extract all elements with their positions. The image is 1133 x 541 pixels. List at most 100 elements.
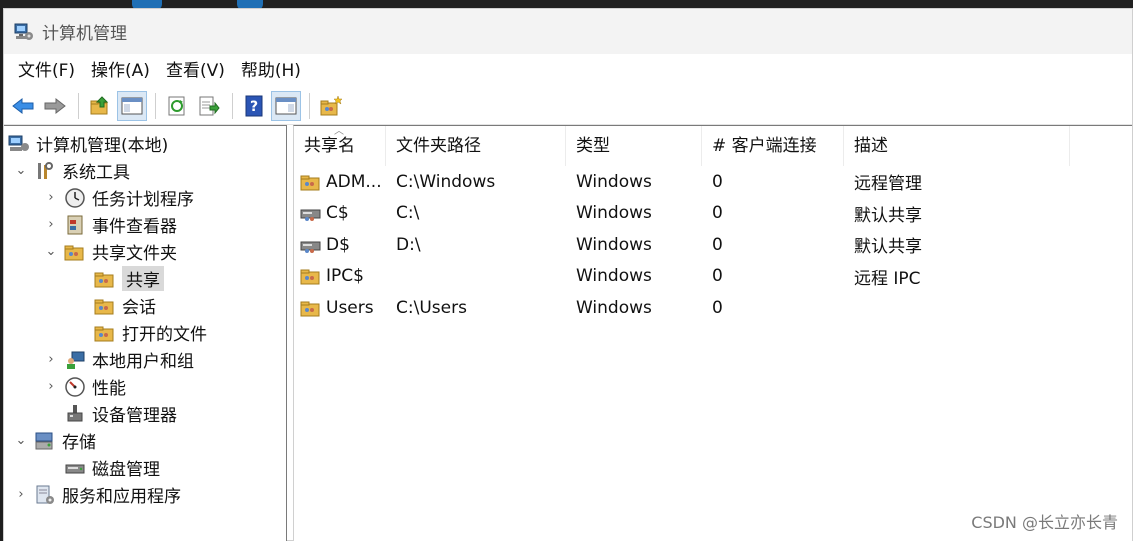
share-name: Users <box>326 297 374 318</box>
computer-management-icon <box>8 133 30 155</box>
tree-item-disk-management[interactable]: 磁盘管理 <box>4 454 286 481</box>
help-icon: ? <box>245 95 263 116</box>
tree-item-storage[interactable]: ⌄ 存储 <box>4 427 286 454</box>
tree-item-shared-folders[interactable]: ⌄ 共享文件夹 <box>4 238 286 265</box>
computer-management-window: 计算机管理 文件(F) 操作(A) 查看(V) 帮助(H) ? 计算机管理(本地… <box>3 8 1133 541</box>
shared-folder-icon <box>300 266 322 286</box>
tree-item-device-manager[interactable]: 设备管理器 <box>4 400 286 427</box>
table-row[interactable]: IPC$ Windows 0 远程 IPC <box>294 261 1132 293</box>
share-name-cell: IPC$ <box>294 266 386 286</box>
clients-cell: 0 <box>712 171 723 192</box>
type-cell: Windows <box>576 171 652 192</box>
menu-help[interactable]: 帮助(H) <box>233 57 309 85</box>
new-share-button[interactable] <box>316 91 346 121</box>
show-hide-action-pane-button[interactable] <box>271 90 301 121</box>
show-hide-tree-icon <box>121 97 143 114</box>
tree-item-sessions[interactable]: 会话 <box>4 292 286 319</box>
sort-ascending-icon: ︿ <box>334 126 344 137</box>
storage-icon <box>34 430 56 452</box>
tree-item-services-applications[interactable]: › 服务和应用程序 <box>4 481 286 508</box>
chevron-right-icon[interactable]: › <box>44 190 58 205</box>
clock-icon <box>64 187 86 209</box>
computer-management-icon <box>14 23 33 40</box>
disk-icon <box>64 457 86 479</box>
table-row[interactable]: D$ D:\ Windows 0 默认共享 <box>294 229 1132 261</box>
menu-view[interactable]: 查看(V) <box>158 57 233 85</box>
menu-action[interactable]: 操作(A) <box>83 57 158 85</box>
shared-folder-icon <box>64 241 86 263</box>
refresh-button[interactable] <box>162 91 192 121</box>
folder-path-cell: C:\ <box>396 203 420 224</box>
chevron-down-icon[interactable]: ⌄ <box>44 244 58 259</box>
chevron-right-icon[interactable]: › <box>44 379 58 394</box>
help-button[interactable]: ? <box>239 91 269 121</box>
shares-list: ︿ 共享名 文件夹路径 类型 # 客户端连接 描述 ADM... C:\Wind… <box>293 125 1132 541</box>
toolbar-separator <box>155 92 156 119</box>
toolbar: ? <box>4 87 1132 125</box>
column-header-client-connections[interactable]: # 客户端连接 <box>702 126 844 166</box>
description-cell: 远程管理 <box>854 174 922 195</box>
chevron-down-icon[interactable]: ⌄ <box>14 433 28 448</box>
column-header-description[interactable]: 描述 <box>844 126 1070 166</box>
clients-cell: 0 <box>712 203 723 224</box>
tree-item-event-viewer[interactable]: › 事件查看器 <box>4 211 286 238</box>
share-name-cell: Users <box>294 298 386 318</box>
tree-item-label: 存储 <box>62 433 96 453</box>
tree-item-task-scheduler[interactable]: › 任务计划程序 <box>4 184 286 211</box>
event-viewer-icon <box>64 214 86 236</box>
table-row[interactable]: Users C:\Users Windows 0 <box>294 292 1132 324</box>
refresh-icon <box>168 96 185 115</box>
column-header-type[interactable]: 类型 <box>566 126 702 166</box>
chevron-down-icon[interactable]: ⌄ <box>14 163 28 178</box>
type-cell: Windows <box>576 203 652 224</box>
chevron-right-icon[interactable]: › <box>14 487 28 502</box>
chevron-right-icon[interactable]: › <box>44 217 58 232</box>
share-name: ADM... <box>326 171 382 192</box>
tree-item-open-files[interactable]: 打开的文件 <box>4 319 286 346</box>
menu-file[interactable]: 文件(F) <box>10 57 83 85</box>
description-cell: 默认共享 <box>854 205 922 226</box>
tree-item-system-tools[interactable]: ⌄ 系统工具 <box>4 157 286 184</box>
users-icon <box>64 349 86 371</box>
tree-item-root[interactable]: 计算机管理(本地) <box>4 130 286 157</box>
tree-item-label: 共享 <box>122 266 164 291</box>
performance-icon <box>64 376 86 398</box>
tree-item-shares[interactable]: 共享 <box>4 265 286 292</box>
share-name: C$ <box>326 203 349 224</box>
shared-drive-icon <box>300 203 322 223</box>
description-cell: 默认共享 <box>854 237 922 258</box>
back-button[interactable] <box>8 91 38 121</box>
title-bar: 计算机管理 <box>4 9 1132 54</box>
menu-bar: 文件(F) 操作(A) 查看(V) 帮助(H) <box>4 54 1132 87</box>
folder-path-cell: C:\Users <box>396 297 467 318</box>
share-name-cell: D$ <box>294 235 386 255</box>
column-header-folder-path[interactable]: 文件夹路径 <box>386 126 566 166</box>
shared-folder-icon <box>94 268 116 290</box>
shared-folder-icon <box>94 322 116 344</box>
share-name-cell: C$ <box>294 203 386 223</box>
table-row[interactable]: C$ C:\ Windows 0 默认共享 <box>294 198 1132 230</box>
tree-item-label: 打开的文件 <box>122 325 207 345</box>
forward-button[interactable] <box>40 91 70 121</box>
up-one-level-button[interactable] <box>85 91 115 121</box>
tree-item-label: 本地用户和组 <box>92 352 194 372</box>
table-row[interactable]: ADM... C:\Windows Windows 0 远程管理 <box>294 166 1132 198</box>
tree-item-local-users-groups[interactable]: › 本地用户和组 <box>4 346 286 373</box>
share-name: D$ <box>326 234 350 255</box>
forward-icon <box>44 97 66 114</box>
console-tree: 计算机管理(本地) ⌄ 系统工具 › 任务计划程序 › 事件查看器 ⌄ 共享文件… <box>4 125 287 541</box>
export-list-icon <box>199 96 220 115</box>
tree-item-label: 共享文件夹 <box>92 244 177 264</box>
tree-item-label: 系统工具 <box>62 163 130 183</box>
main-content: 计算机管理(本地) ⌄ 系统工具 › 任务计划程序 › 事件查看器 ⌄ 共享文件… <box>4 125 1132 541</box>
tree-item-label: 设备管理器 <box>92 406 177 426</box>
clients-cell: 0 <box>712 297 723 318</box>
shared-folder-icon <box>300 298 322 318</box>
export-list-button[interactable] <box>194 91 224 121</box>
folder-path-cell: C:\Windows <box>396 171 496 192</box>
show-hide-console-tree-button[interactable] <box>117 90 147 121</box>
tree-item-performance[interactable]: › 性能 <box>4 373 286 400</box>
tree-item-label: 事件查看器 <box>92 217 177 237</box>
chevron-right-icon[interactable]: › <box>44 352 58 367</box>
new-share-icon <box>320 94 343 115</box>
